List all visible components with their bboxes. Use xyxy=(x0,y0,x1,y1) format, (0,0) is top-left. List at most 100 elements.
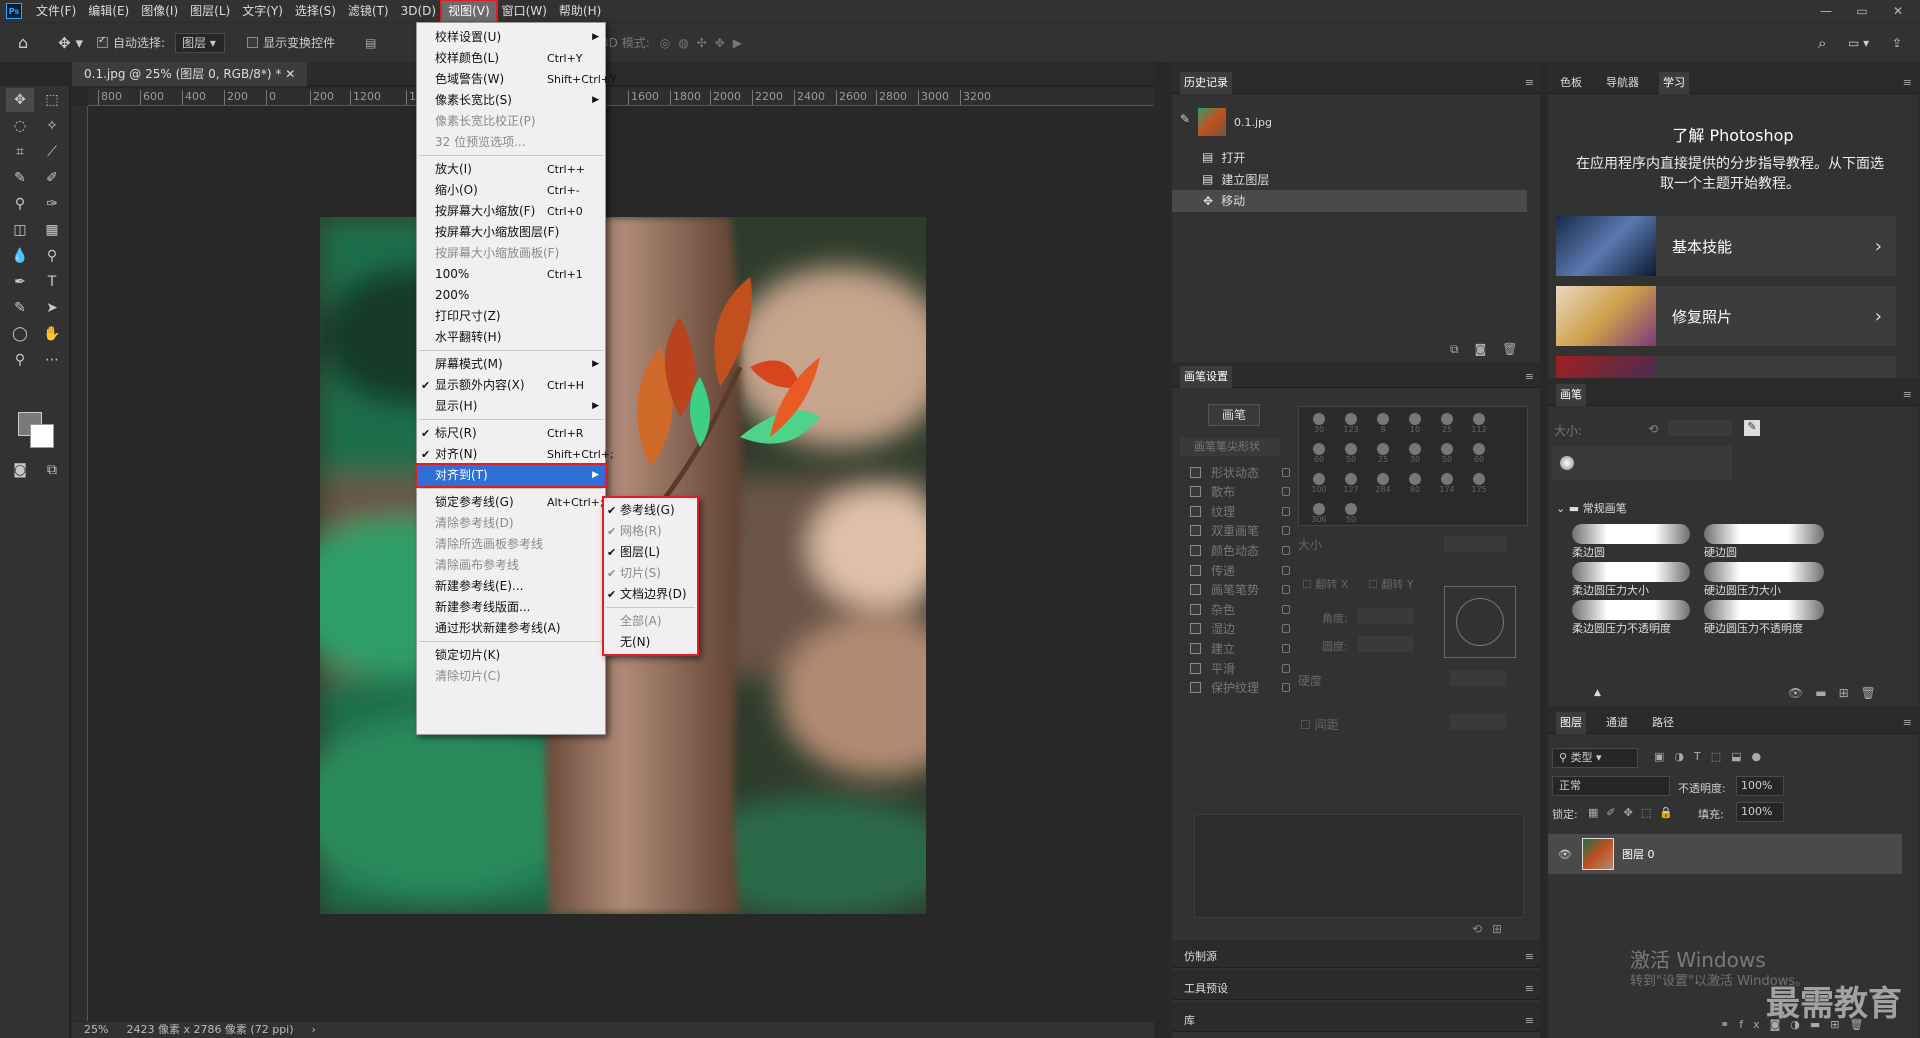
lock-icon[interactable] xyxy=(1282,565,1290,575)
brush-tip[interactable]: 50 xyxy=(1337,441,1365,469)
zoom-level[interactable]: 25% xyxy=(84,1022,108,1038)
view-menu-item[interactable]: 对齐到(T) ▶ xyxy=(415,463,607,488)
learn-topic-more[interactable] xyxy=(1556,356,1896,378)
snap-submenu-item[interactable]: 无(N) xyxy=(604,632,697,653)
background-color-swatch[interactable] xyxy=(30,424,54,448)
brush-option-checkbox[interactable] xyxy=(1190,486,1201,498)
clone-source-title[interactable]: 仿制源 xyxy=(1180,946,1221,968)
brush-stroke-preview[interactable] xyxy=(1572,524,1690,544)
view-menu-item[interactable]: 清除所选画板参考线 xyxy=(417,534,605,555)
view-menu-item[interactable]: 新建参考线(E)... xyxy=(417,576,605,597)
brush-settings-title[interactable]: 画笔设置 xyxy=(1180,365,1232,388)
panel-menu-icon[interactable]: ≡ xyxy=(1903,384,1912,406)
auto-select-checkbox[interactable] xyxy=(97,35,109,48)
brush-stroke-preview[interactable] xyxy=(1572,562,1690,582)
align-icons[interactable]: ▤ xyxy=(365,36,376,50)
view-menu-item[interactable]: 按屏幕大小缩放画板(F) xyxy=(417,243,605,264)
quick-mask-icon[interactable]: ◙ xyxy=(6,458,34,482)
brush-tip[interactable]: 100 xyxy=(1305,471,1333,499)
tab-channels[interactable]: 通道 xyxy=(1602,712,1632,734)
move-tool-icon[interactable]: ✥ xyxy=(6,88,34,112)
history-brush-tool-icon[interactable]: ✑ xyxy=(38,192,66,216)
lock-icon[interactable] xyxy=(1282,467,1290,477)
workspace-icon[interactable]: ▭ ▾ xyxy=(1848,36,1869,50)
view-menu-item[interactable]: 新建参考线版面... xyxy=(417,597,605,618)
brush-option-checkbox[interactable] xyxy=(1190,584,1201,596)
close-tab-icon[interactable]: ✕ xyxy=(285,67,295,81)
view-menu-item[interactable]: 锁定切片(K) xyxy=(417,645,605,666)
ellipse-tool-icon[interactable]: ◯ xyxy=(6,322,34,346)
brush-option-checkbox[interactable] xyxy=(1190,505,1201,517)
hardness-input[interactable] xyxy=(1450,670,1506,686)
lock-icon[interactable] xyxy=(1282,585,1290,595)
flip-y-option[interactable]: ☐ 翻转 Y xyxy=(1368,576,1414,592)
snap-submenu-item[interactable]: ✔ 网格(R) xyxy=(604,521,697,542)
brush-option-checkbox[interactable] xyxy=(1190,642,1201,654)
libraries-title[interactable]: 库 xyxy=(1180,1010,1199,1032)
lock-icon[interactable] xyxy=(1282,683,1290,693)
brush-tip[interactable]: 25 xyxy=(1369,441,1397,469)
learn-topic-fix-photos[interactable]: 修复照片 › xyxy=(1556,286,1896,346)
brush-option-item[interactable]: 平滑 xyxy=(1190,658,1290,678)
view-menu-item[interactable]: 按屏幕大小缩放(F) Ctrl+0 xyxy=(417,201,605,222)
close-button[interactable]: ✕ xyxy=(1882,0,1914,22)
brush-tip[interactable]: 8 xyxy=(1369,411,1397,439)
brush-tip[interactable]: 50 xyxy=(1337,501,1365,529)
brushes-panel-title[interactable]: 画笔 xyxy=(1556,383,1586,406)
menu-item[interactable]: 窗口(W) xyxy=(496,1,553,21)
lock-icon[interactable] xyxy=(1282,624,1290,634)
brush-tip-grid[interactable]: 30 123 8 10 25 112 60 50 25 30 50 60 100 127 284 80 174 1… xyxy=(1298,406,1528,526)
move-tool-icon[interactable]: ✥ ▾ xyxy=(58,34,83,52)
size-input[interactable] xyxy=(1444,536,1506,552)
brush-option-item[interactable]: 画笔笔势 xyxy=(1190,580,1290,600)
layer-filter-icons[interactable]: ▣◑T⬚⬓● xyxy=(1654,750,1771,763)
recent-brushes[interactable] xyxy=(1552,446,1732,480)
view-menu-item[interactable]: 像素长宽比校正(P) xyxy=(417,111,605,132)
brush-tip[interactable]: 174 xyxy=(1433,471,1461,499)
panel-menu-icon[interactable]: ≡ xyxy=(1525,72,1534,94)
snap-submenu-item[interactable]: ✔ 图层(L) xyxy=(604,542,697,563)
gradient-tool-icon[interactable]: ▦ xyxy=(38,218,66,242)
brush-option-item[interactable]: 建立 xyxy=(1190,638,1290,658)
brush-angle-preview[interactable] xyxy=(1444,586,1516,658)
brush-option-item[interactable]: 颜色动态 xyxy=(1190,540,1290,560)
brush-size-input[interactable] xyxy=(1668,420,1732,436)
auto-select-option[interactable]: 自动选择: xyxy=(97,34,165,51)
menu-item[interactable]: 文字(Y) xyxy=(236,1,289,21)
snap-submenu-item[interactable]: ✔ 切片(S) xyxy=(604,563,697,584)
type-tool-icon[interactable]: T xyxy=(38,270,66,294)
brush-option-item[interactable]: 保护纹理 xyxy=(1190,678,1290,698)
opacity-input[interactable]: 100% xyxy=(1736,776,1784,796)
layer-row[interactable]: 👁 图层 0 xyxy=(1548,834,1902,874)
brush-option-checkbox[interactable] xyxy=(1190,623,1201,635)
view-menu-item[interactable]: 像素长宽比(S) ▶ xyxy=(417,90,605,111)
layer-filter-dropdown[interactable]: ⚲ 类型 ▾ xyxy=(1552,748,1638,768)
history-state-open[interactable]: ▤ 打开 xyxy=(1172,146,1527,168)
tab-paths[interactable]: 路径 xyxy=(1648,712,1678,734)
reset-icon[interactable]: ⟲ xyxy=(1648,422,1658,436)
brush-option-item[interactable]: 湿边 xyxy=(1190,619,1290,639)
brush-tip[interactable]: 50 xyxy=(1433,441,1461,469)
brush-tip[interactable]: 284 xyxy=(1369,471,1397,499)
brush-option-item[interactable]: 形状动态 xyxy=(1190,462,1290,482)
show-transform-checkbox[interactable] xyxy=(247,37,259,48)
visibility-eye-icon[interactable]: 👁 xyxy=(1558,848,1572,861)
lock-icon[interactable] xyxy=(1282,604,1290,614)
history-brush-source-icon[interactable]: ✎ xyxy=(1180,112,1190,126)
snapshot-thumbnail[interactable] xyxy=(1198,108,1226,136)
brush-tip[interactable]: 30 xyxy=(1305,411,1333,439)
brush-option-checkbox[interactable] xyxy=(1190,682,1201,694)
horizontal-ruler[interactable]: 8006004002000200120014001600180020002200… xyxy=(88,88,1154,106)
pen-tool-icon[interactable]: ✒ xyxy=(6,270,34,294)
panel-menu-icon[interactable]: ≡ xyxy=(1525,1010,1534,1032)
tab-navigator[interactable]: 导航器 xyxy=(1602,72,1643,94)
brushes-footer-icons[interactable]: 👁▬⊞🗑 xyxy=(1788,686,1888,700)
brush-option-checkbox[interactable] xyxy=(1190,662,1201,674)
zoom-tool-icon[interactable]: ⚲ xyxy=(6,348,34,372)
brush-size-slider-handle[interactable]: ▲ xyxy=(1594,688,1601,698)
lock-icons[interactable]: ▦✐✥⬚🔒 xyxy=(1588,806,1681,819)
search-icon[interactable]: ⌕ xyxy=(1818,34,1826,52)
brush-option-item[interactable]: 双重画笔 xyxy=(1190,521,1290,541)
eraser-tool-icon[interactable]: ◫ xyxy=(6,218,34,242)
view-menu-item[interactable]: 通过形状新建参考线(A) xyxy=(417,618,605,639)
